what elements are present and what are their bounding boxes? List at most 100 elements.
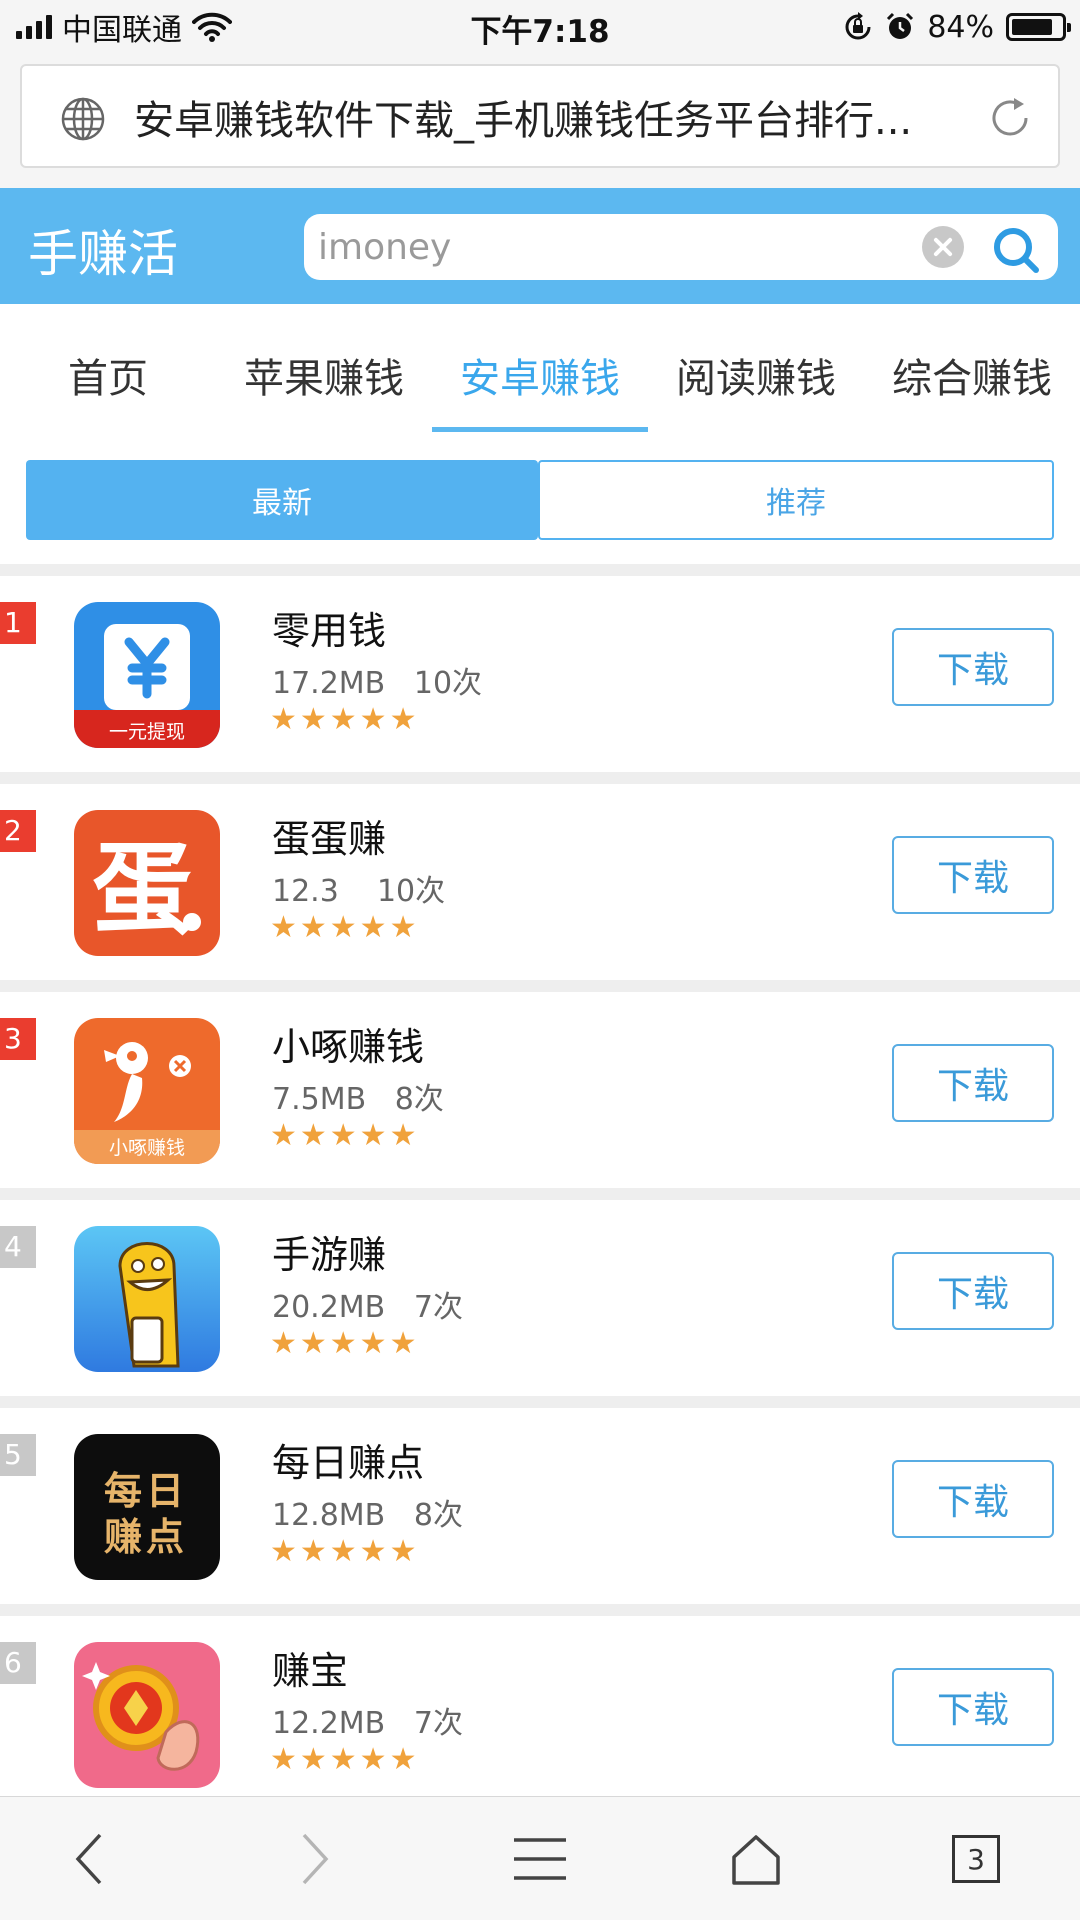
divider xyxy=(0,564,1080,576)
app-name[interactable]: 零用钱 xyxy=(272,600,386,655)
globe-icon xyxy=(61,97,105,141)
app-icon-xiaozhuo[interactable]: 小啄赚钱 xyxy=(74,1018,220,1164)
tab-count: 3 xyxy=(952,1835,1000,1883)
app-name[interactable]: 每日赚点 xyxy=(272,1432,424,1487)
app-meta: 20.2MB 7次 xyxy=(272,1282,463,1326)
app-name[interactable]: 手游赚 xyxy=(272,1224,386,1279)
download-button[interactable]: 下载 xyxy=(892,1252,1054,1330)
divider xyxy=(0,1188,1080,1200)
app-size: 7.5MB xyxy=(272,1082,367,1117)
list-item: 2 蛋 蛋蛋赚 12.3 10次 ★★★★★ 下载 xyxy=(0,784,1080,980)
category-tabs: 首页 苹果赚钱 安卓赚钱 阅读赚钱 综合赚钱 xyxy=(0,304,1080,432)
forward-button[interactable] xyxy=(244,1797,384,1920)
app-icon-zhuanbao[interactable] xyxy=(74,1642,220,1788)
app-meta: 12.3 10次 xyxy=(272,866,445,910)
list-item: 6 赚宝 12.2MB 7次 ★★★★★ 下载 xyxy=(0,1616,1080,1812)
app-download-count: 10次 xyxy=(413,666,483,701)
download-button[interactable]: 下载 xyxy=(892,628,1054,706)
app-size: 17.2MB xyxy=(272,666,386,701)
list-item: 4 手游赚 20.2MB 7次 ★★★★★ 下载 xyxy=(0,1200,1080,1396)
app-download-count: 7次 xyxy=(413,1706,463,1741)
list-item: 1 一元提现 零用钱 17.2MB 10次 ★★★★★ 下载 xyxy=(0,576,1080,772)
reload-icon[interactable] xyxy=(986,94,1034,142)
download-button[interactable]: 下载 xyxy=(892,1668,1054,1746)
app-meta: 17.2MB 10次 xyxy=(272,658,482,702)
browser-toolbar: 3 xyxy=(0,1796,1080,1920)
app-size: 12.2MB xyxy=(272,1706,386,1741)
menu-icon xyxy=(514,1838,566,1880)
tab-apple-earn[interactable]: 苹果赚钱 xyxy=(216,304,432,432)
app-name[interactable]: 蛋蛋赚 xyxy=(272,808,386,863)
app-size: 20.2MB xyxy=(272,1290,386,1325)
browser-screen: 中国联通 下午7:18 84% 安卓赚钱软件下载_手机赚钱任务平台排行... 手… xyxy=(0,0,1080,1920)
address-bar[interactable]: 安卓赚钱软件下载_手机赚钱任务平台排行... xyxy=(20,64,1060,168)
rank-badge: 3 xyxy=(0,1018,36,1060)
star-rating: ★★★★★ xyxy=(270,1326,420,1361)
star-rating: ★★★★★ xyxy=(270,1534,420,1569)
alarm-icon xyxy=(887,12,914,39)
battery-icon xyxy=(1006,13,1071,41)
clear-search-button[interactable] xyxy=(922,226,964,268)
chevron-left-icon xyxy=(75,1833,102,1885)
address-bar-area: 安卓赚钱软件下载_手机赚钱任务平台排行... xyxy=(0,54,1080,188)
app-name[interactable]: 赚宝 xyxy=(272,1640,348,1695)
chevron-right-icon xyxy=(302,1833,329,1885)
rank-badge: 2 xyxy=(0,810,36,852)
battery-level xyxy=(1012,19,1053,35)
search-input[interactable] xyxy=(318,214,918,280)
divider xyxy=(0,1396,1080,1408)
app-icon-caption: 一元提现 xyxy=(109,721,185,743)
app-icon-lingyongqian[interactable]: 一元提现 xyxy=(74,602,220,748)
app-size: 12.8MB xyxy=(272,1498,386,1533)
menu-button[interactable] xyxy=(470,1797,610,1920)
star-rating: ★★★★★ xyxy=(270,702,420,737)
site-logo[interactable]: 手赚活 xyxy=(28,214,178,286)
sort-latest-button[interactable]: 最新 xyxy=(26,460,538,540)
status-bar: 中国联通 下午7:18 84% xyxy=(0,0,1080,54)
rank-badge: 1 xyxy=(0,602,36,644)
rank-badge: 4 xyxy=(0,1226,36,1268)
app-download-count: 7次 xyxy=(413,1290,463,1325)
divider xyxy=(0,980,1080,992)
download-button[interactable]: 下载 xyxy=(892,1044,1054,1122)
sort-toggle: 最新 推荐 xyxy=(26,460,1054,540)
rank-badge: 6 xyxy=(0,1642,36,1684)
tab-general-earn[interactable]: 综合赚钱 xyxy=(864,304,1080,432)
app-icon-shouyouzhuan[interactable] xyxy=(74,1226,220,1372)
list-item: 3 小啄赚钱 小啄赚钱 7.5MB 8次 ★★★★★ 下载 xyxy=(0,992,1080,1188)
home-icon xyxy=(732,1835,780,1885)
star-rating: ★★★★★ xyxy=(270,1742,420,1777)
star-rating: ★★★★★ xyxy=(270,910,420,945)
divider xyxy=(0,772,1080,784)
rotation-lock-icon xyxy=(845,12,871,40)
tabs-button[interactable]: 3 xyxy=(906,1797,1046,1920)
app-icon-meirizhuandian[interactable]: 每日赚点 xyxy=(74,1434,220,1580)
home-button[interactable] xyxy=(686,1797,826,1920)
app-icon-caption: 小啄赚钱 xyxy=(109,1137,185,1159)
app-download-count: 8次 xyxy=(413,1498,463,1533)
star-rating: ★★★★★ xyxy=(270,1118,420,1153)
download-button[interactable]: 下载 xyxy=(892,1460,1054,1538)
tab-home[interactable]: 首页 xyxy=(0,304,216,432)
app-name[interactable]: 小啄赚钱 xyxy=(272,1016,424,1071)
app-download-count: 10次 xyxy=(376,874,446,909)
sort-recommend-button[interactable]: 推荐 xyxy=(538,460,1054,540)
app-list: 1 一元提现 零用钱 17.2MB 10次 ★★★★★ 下载 2 蛋 蛋蛋赚 1… xyxy=(0,576,1080,1812)
app-icon-dandanzhuan[interactable]: 蛋 xyxy=(74,810,220,956)
app-size: 12.3 xyxy=(272,874,339,909)
app-meta: 12.2MB 7次 xyxy=(272,1698,463,1742)
divider xyxy=(0,1604,1080,1616)
search-box xyxy=(304,214,1058,280)
tab-reading-earn[interactable]: 阅读赚钱 xyxy=(648,304,864,432)
app-meta: 12.8MB 8次 xyxy=(272,1490,463,1534)
back-button[interactable] xyxy=(20,1797,160,1920)
page-title[interactable]: 安卓赚钱软件下载_手机赚钱任务平台排行... xyxy=(134,88,974,146)
download-button[interactable]: 下载 xyxy=(892,836,1054,914)
search-icon[interactable] xyxy=(988,222,1042,276)
app-download-count: 8次 xyxy=(394,1082,444,1117)
tab-android-earn[interactable]: 安卓赚钱 xyxy=(432,304,648,432)
app-icon-caption: 蛋 xyxy=(92,831,192,948)
battery-percent: 84% xyxy=(927,9,994,45)
rank-badge: 5 xyxy=(0,1434,36,1476)
app-meta: 7.5MB 8次 xyxy=(272,1074,444,1118)
